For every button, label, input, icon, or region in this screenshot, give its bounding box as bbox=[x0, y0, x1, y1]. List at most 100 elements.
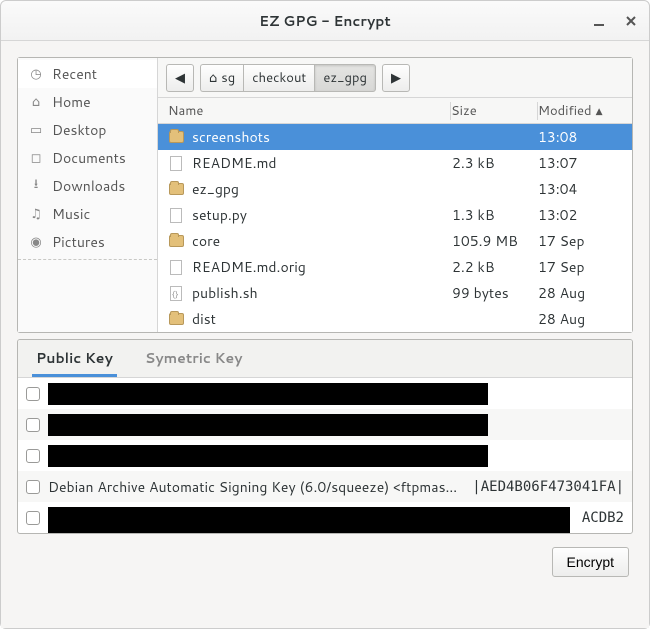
column-modified[interactable]: Modified▲ bbox=[538, 102, 632, 120]
sidebar-item-pictures[interactable]: ◉Pictures bbox=[18, 228, 157, 256]
redacted-key bbox=[48, 414, 488, 436]
redacted-key bbox=[48, 529, 570, 533]
folder-icon bbox=[168, 311, 184, 327]
sidebar-item-documents[interactable]: ◻Documents bbox=[18, 144, 157, 172]
close-button[interactable] bbox=[621, 11, 641, 31]
redacted-key bbox=[48, 507, 570, 529]
key-id: 495E4 bbox=[578, 532, 624, 533]
minimize-button[interactable] bbox=[589, 11, 609, 31]
path-segment-checkout[interactable]: checkout bbox=[243, 64, 314, 92]
sidebar-item-downloads[interactable]: ⭳Downloads bbox=[18, 172, 157, 200]
key-row[interactable] bbox=[18, 378, 632, 409]
file-row[interactable]: dist 28 Aug bbox=[158, 306, 632, 332]
column-size[interactable]: Size bbox=[451, 102, 537, 120]
file-row[interactable]: ez_gpg 13:04 bbox=[158, 176, 632, 202]
clock-icon: ◷ bbox=[28, 66, 44, 82]
sort-ascending-icon: ▲ bbox=[596, 104, 603, 117]
key-checkbox[interactable] bbox=[26, 418, 40, 432]
key-checkbox[interactable] bbox=[26, 511, 40, 525]
folder-icon bbox=[168, 129, 184, 145]
folder-icon bbox=[168, 181, 184, 197]
key-row[interactable] bbox=[18, 440, 632, 471]
redacted-key bbox=[48, 445, 488, 467]
file-modified: 13:04 bbox=[538, 179, 632, 199]
home-icon: ⌂ bbox=[209, 69, 217, 87]
file-size: 105.9 MB bbox=[452, 231, 538, 251]
file-name: README.md bbox=[192, 153, 277, 173]
column-name[interactable]: Name bbox=[158, 102, 450, 120]
key-row[interactable] bbox=[18, 409, 632, 440]
path-segment-home[interactable]: ⌂sg bbox=[200, 64, 243, 92]
file-modified: 17 Sep bbox=[538, 231, 632, 251]
music-icon: ♫ bbox=[28, 206, 44, 222]
file-name: ez_gpg bbox=[192, 179, 239, 199]
home-icon: ⌂ bbox=[28, 94, 44, 110]
file-chooser: ◷Recent ⌂Home ▭Desktop ◻Documents ⭳Downl… bbox=[17, 57, 633, 333]
file-row[interactable]: core 105.9 MB17 Sep bbox=[158, 228, 632, 254]
file-row[interactable]: screenshots 13:08 bbox=[158, 124, 632, 150]
file-size: 2.2 kB bbox=[452, 257, 538, 277]
file-icon bbox=[168, 155, 184, 171]
file-name: screenshots bbox=[192, 127, 270, 147]
doc-icon: ◻ bbox=[28, 150, 44, 166]
window-title: EZ GPG - Encrypt bbox=[259, 11, 391, 31]
file-name: README.md.orig bbox=[192, 257, 306, 277]
sidebar: ◷Recent ⌂Home ▭Desktop ◻Documents ⭳Downl… bbox=[18, 58, 158, 332]
path-segments: ⌂sg checkout ez_gpg bbox=[200, 64, 376, 92]
path-forward-button[interactable]: ▶ bbox=[382, 64, 410, 92]
file-modified: 28 Aug bbox=[538, 283, 632, 303]
key-checkbox[interactable] bbox=[26, 387, 40, 401]
sidebar-item-recent[interactable]: ◷Recent bbox=[18, 60, 157, 88]
sidebar-separator bbox=[18, 259, 157, 260]
titlebar: EZ GPG - Encrypt bbox=[1, 1, 649, 41]
camera-icon: ◉ bbox=[28, 234, 44, 250]
key-row[interactable]: Debian Archive Automatic Signing Key (6.… bbox=[18, 471, 632, 502]
sidebar-item-music[interactable]: ♫Music bbox=[18, 200, 157, 228]
window: EZ GPG - Encrypt ◷Recent ⌂Home ▭Desktop … bbox=[0, 0, 650, 629]
key-id: |AED4B06F473041FA| bbox=[468, 479, 624, 495]
file-row[interactable]: README.md 2.3 kB13:07 bbox=[158, 150, 632, 176]
key-list[interactable]: Debian Archive Automatic Signing Key (6.… bbox=[18, 378, 632, 533]
tab-symmetric-key[interactable]: Symetric Key bbox=[141, 348, 247, 377]
file-size: 1.3 kB bbox=[452, 205, 538, 225]
file-name: publish.sh bbox=[192, 283, 258, 303]
file-modified: 13:07 bbox=[538, 153, 632, 173]
key-panel: Public Key Symetric Key Debian Archive A… bbox=[17, 339, 633, 534]
encrypt-button[interactable]: Encrypt bbox=[552, 547, 629, 577]
sidebar-item-home[interactable]: ⌂Home bbox=[18, 88, 157, 116]
file-icon bbox=[168, 207, 184, 223]
file-icon bbox=[168, 259, 184, 275]
file-list[interactable]: screenshots 13:08 README.md 2.3 kB13:07 ez_g… bbox=[158, 124, 632, 332]
key-checkbox[interactable] bbox=[26, 480, 40, 494]
file-name: setup.py bbox=[192, 205, 247, 225]
file-row[interactable]: setup.py 1.3 kB13:02 bbox=[158, 202, 632, 228]
file-name: dist bbox=[192, 309, 216, 329]
file-size: 99 bytes bbox=[452, 283, 538, 303]
footer: Encrypt bbox=[17, 540, 633, 584]
file-name: core bbox=[192, 231, 220, 251]
key-id: ACDB2 bbox=[578, 510, 624, 526]
tab-public-key[interactable]: Public Key bbox=[32, 348, 117, 377]
file-modified: 13:02 bbox=[538, 205, 632, 225]
key-label: Debian Archive Automatic Signing Key (6.… bbox=[48, 477, 460, 497]
folder-icon: ▭ bbox=[28, 122, 44, 138]
file-list-header: Name Size Modified▲ bbox=[158, 98, 632, 124]
file-main: ◀ ⌂sg checkout ez_gpg ▶ Name Size Modifi… bbox=[158, 58, 632, 332]
file-row[interactable]: publish.sh 99 bytes28 Aug bbox=[158, 280, 632, 306]
file-size: 2.3 kB bbox=[452, 153, 538, 173]
file-row[interactable]: README.md.orig 2.2 kB17 Sep bbox=[158, 254, 632, 280]
redacted-key bbox=[48, 383, 488, 405]
key-tabs: Public Key Symetric Key bbox=[18, 340, 632, 378]
window-controls bbox=[589, 1, 641, 41]
sidebar-item-desktop[interactable]: ▭Desktop bbox=[18, 116, 157, 144]
key-checkbox[interactable] bbox=[26, 449, 40, 463]
download-icon: ⭳ bbox=[28, 178, 44, 194]
path-segment-ezgpg[interactable]: ez_gpg bbox=[314, 64, 376, 92]
file-modified: 17 Sep bbox=[538, 257, 632, 277]
file-modified: 28 Aug bbox=[538, 309, 632, 329]
pathbar: ◀ ⌂sg checkout ez_gpg ▶ bbox=[158, 58, 632, 98]
path-back-button[interactable]: ◀ bbox=[166, 64, 194, 92]
folder-icon bbox=[168, 233, 184, 249]
body: ◷Recent ⌂Home ▭Desktop ◻Documents ⭳Downl… bbox=[1, 41, 649, 628]
file-modified: 13:08 bbox=[538, 127, 632, 147]
